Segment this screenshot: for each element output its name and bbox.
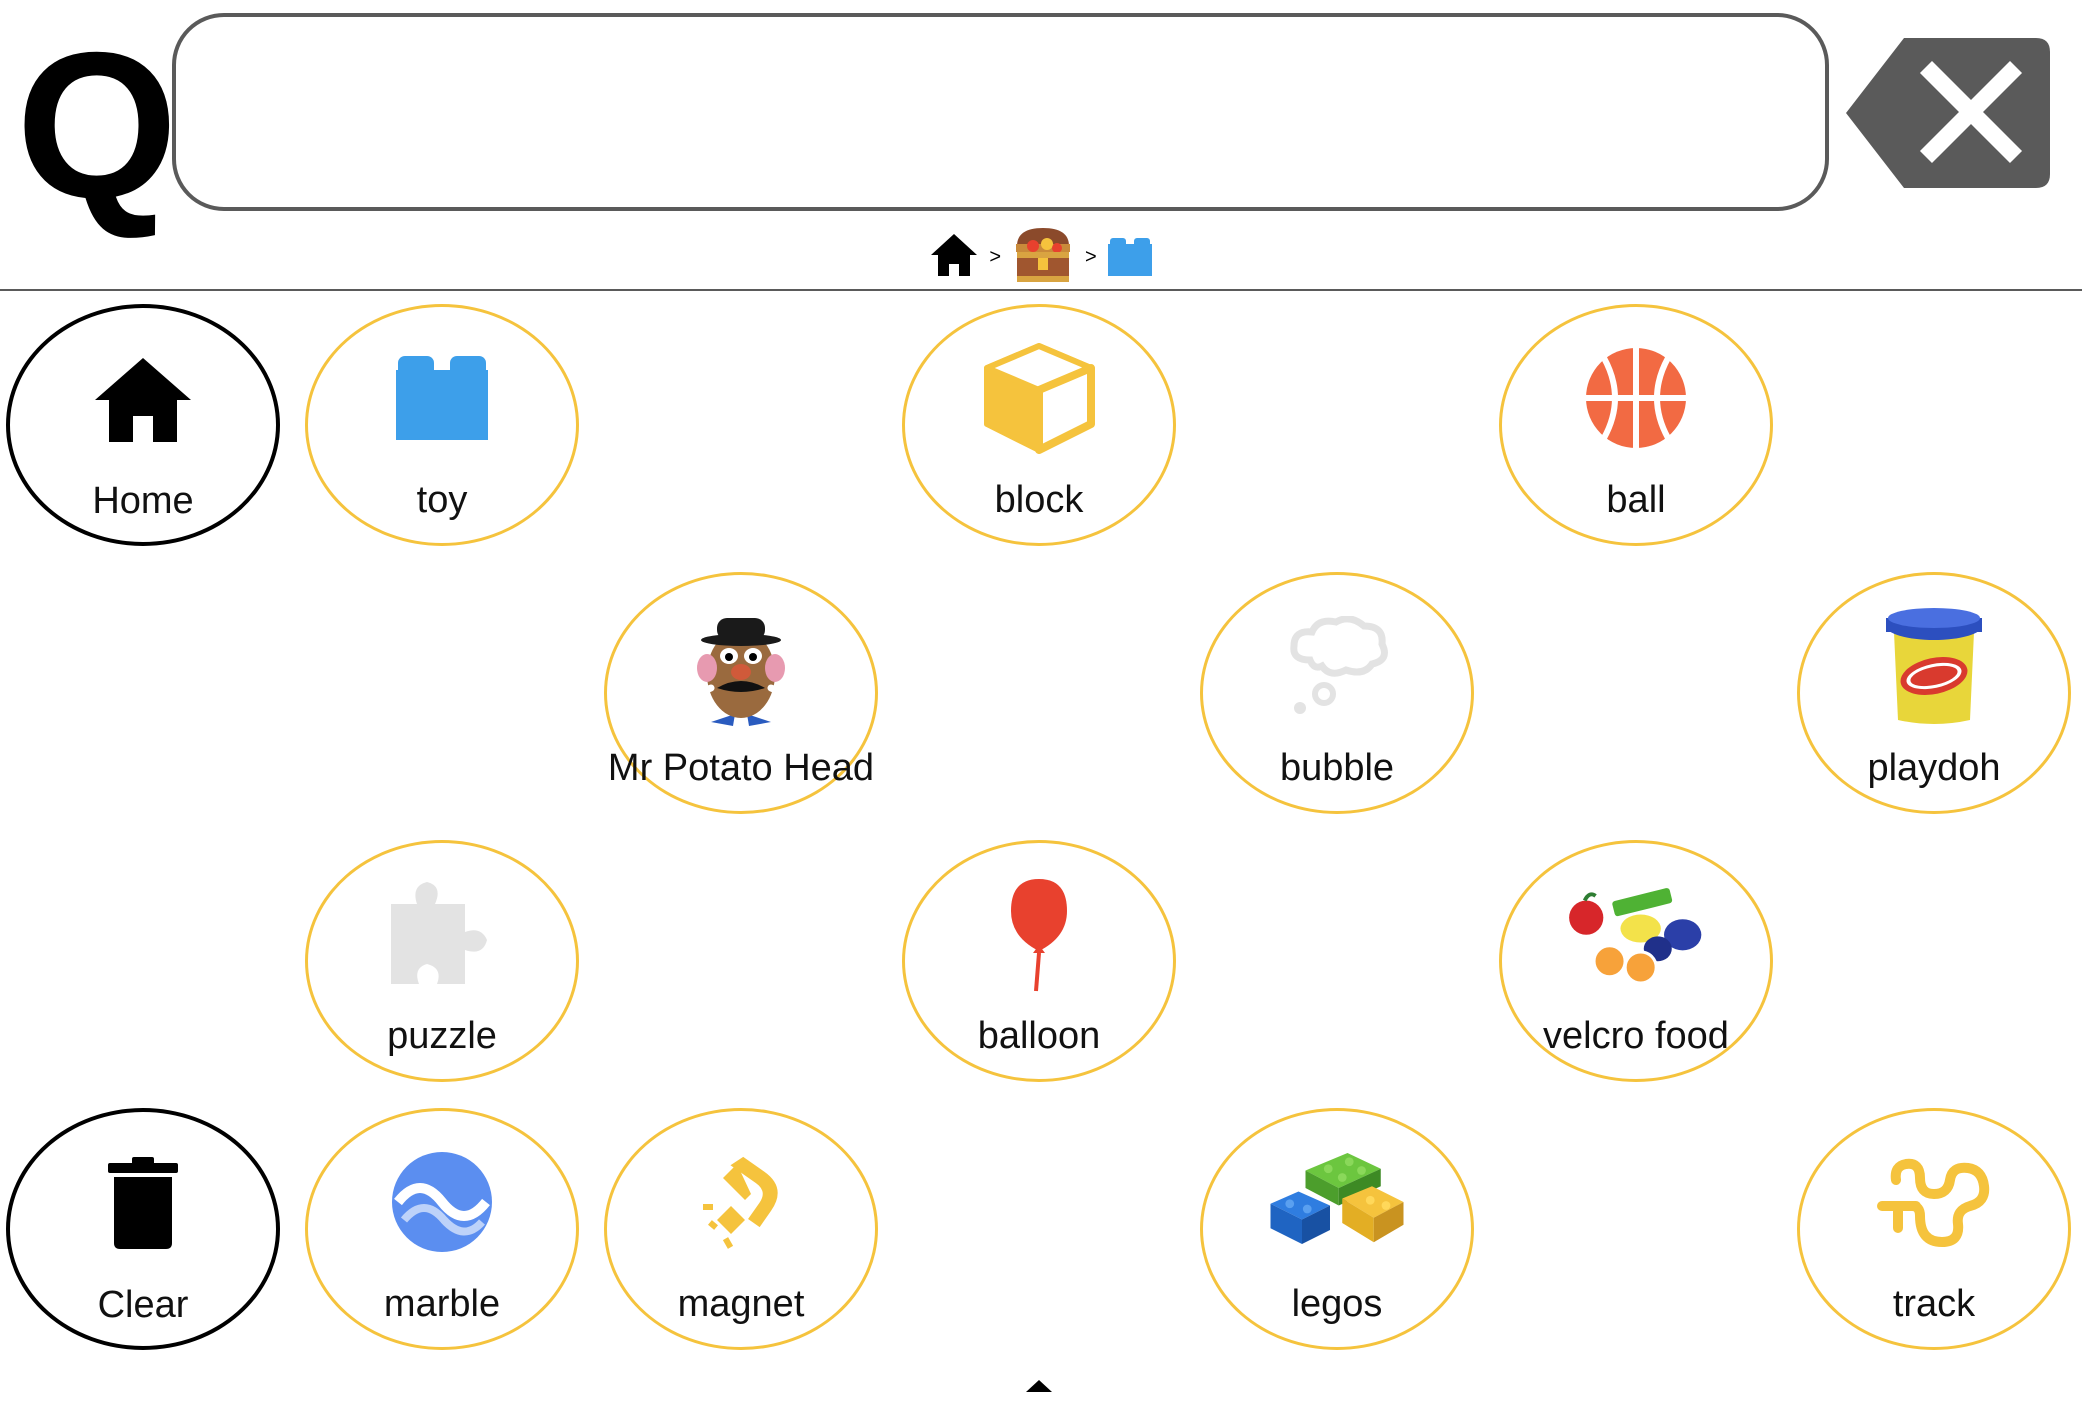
cube-icon — [984, 343, 1095, 454]
puzzle-piece-icon — [391, 882, 487, 984]
balloon-tile[interactable]: balloon — [902, 840, 1176, 1082]
playdoh-tile[interactable]: playdoh — [1797, 572, 2071, 814]
marble-icon — [392, 1152, 492, 1252]
tile-label: ball — [1606, 479, 1666, 521]
balloon-icon — [1011, 879, 1067, 992]
tile-label: track — [1892, 1283, 1976, 1325]
tile-label: magnet — [677, 1283, 805, 1325]
tile-label: block — [994, 479, 1084, 521]
thought-bubble-icon — [1290, 616, 1388, 714]
tile-label: playdoh — [1867, 747, 2001, 789]
marble-tile[interactable]: marble — [305, 1108, 579, 1350]
legos-image — [1270, 1153, 1404, 1244]
tile-label: velcro food — [1543, 1015, 1729, 1057]
scroll-up-button[interactable] — [1024, 1378, 1054, 1394]
track-icon — [1877, 1158, 1990, 1247]
tile-label: Home — [92, 480, 194, 522]
tile-label: bubble — [1279, 747, 1395, 789]
tile-label: puzzle — [387, 1015, 497, 1057]
toy-tile[interactable]: toy — [305, 304, 579, 546]
home-tile[interactable]: Home — [6, 304, 280, 546]
clear-tile[interactable]: Clear — [6, 1108, 280, 1350]
velcro-food-image — [1569, 888, 1702, 985]
tile-label: toy — [416, 479, 468, 521]
velcro-food-tile[interactable]: velcro food — [1499, 840, 1773, 1082]
trash-icon — [108, 1157, 178, 1249]
magnet-tile[interactable]: magnet — [604, 1108, 878, 1350]
home-icon — [95, 358, 191, 442]
basketball-icon — [1586, 348, 1686, 448]
tile-label: Mr Potato Head — [607, 747, 875, 789]
tile-label: balloon — [977, 1015, 1101, 1057]
vocabulary-grid: Home toy block ball Mr Potato Head bubbl… — [0, 0, 2082, 1402]
magnet-icon — [703, 1156, 778, 1249]
tile-label: legos — [1291, 1283, 1383, 1325]
ball-tile[interactable]: ball — [1499, 304, 1773, 546]
mr-potato-head-tile[interactable]: Mr Potato Head — [604, 572, 878, 814]
puzzle-tile[interactable]: puzzle — [305, 840, 579, 1082]
tile-label: marble — [383, 1283, 501, 1325]
track-tile[interactable]: track — [1797, 1108, 2071, 1350]
caret-up-icon — [1026, 1380, 1052, 1392]
tile-label: Clear — [97, 1284, 189, 1326]
toy-block-icon — [396, 356, 488, 440]
mr-potato-head-image — [687, 618, 795, 726]
playdoh-can-image — [1886, 608, 1982, 724]
legos-tile[interactable]: legos — [1200, 1108, 1474, 1350]
block-tile[interactable]: block — [902, 304, 1176, 546]
bubble-tile[interactable]: bubble — [1200, 572, 1474, 814]
